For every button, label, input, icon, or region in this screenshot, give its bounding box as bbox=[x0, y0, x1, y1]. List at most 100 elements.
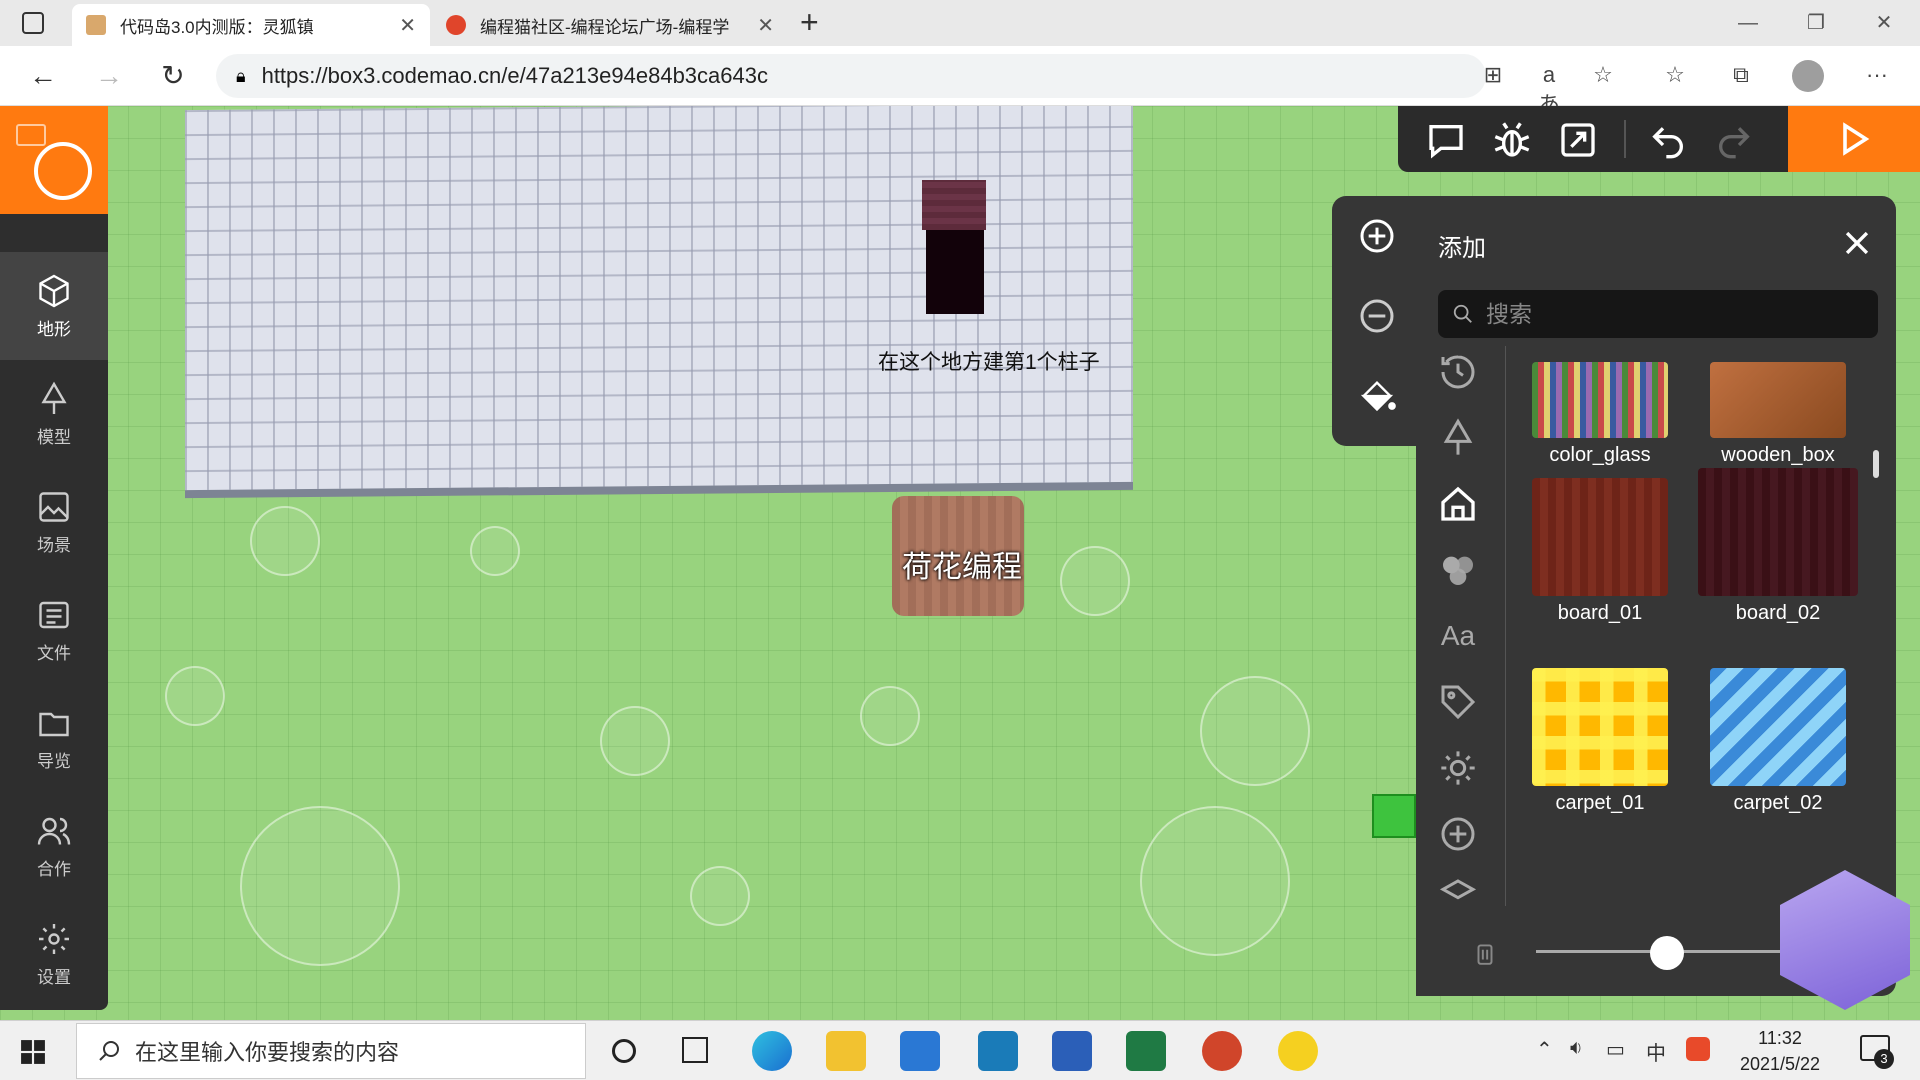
sogou-icon[interactable] bbox=[1686, 1037, 1710, 1061]
sidebar-item-collab[interactable]: 合作 bbox=[0, 792, 108, 900]
sidebar-item-scene[interactable]: 场景 bbox=[0, 468, 108, 576]
tab-title: 编程猫社区-编程论坛广场-编程学 bbox=[480, 17, 730, 37]
back-button[interactable]: ← bbox=[26, 59, 60, 93]
gear-icon bbox=[39, 923, 69, 954]
music-app-icon[interactable] bbox=[1278, 1031, 1318, 1071]
powerpoint-icon[interactable] bbox=[1202, 1031, 1242, 1071]
battery-icon[interactable]: ▭ bbox=[1606, 1037, 1625, 1062]
chevron-up-icon[interactable]: ⌃ bbox=[1536, 1037, 1553, 1062]
forward-button[interactable]: → bbox=[92, 59, 126, 93]
windows-taskbar: 在这里输入你要搜索的内容 ⌃ 🔉︎ ▭ 中 11:32 2021/5/22 3 bbox=[0, 1020, 1920, 1080]
refresh-button[interactable]: ↻ bbox=[156, 59, 190, 93]
text-aa-icon[interactable]: Aa bbox=[1438, 616, 1478, 656]
sidebar-item-file[interactable]: 文件 bbox=[0, 576, 108, 684]
shapes-icon[interactable] bbox=[1438, 550, 1478, 590]
block-thumbnail bbox=[1710, 668, 1846, 786]
dell-app-icon[interactable] bbox=[978, 1031, 1018, 1071]
redo-icon[interactable] bbox=[1714, 120, 1754, 160]
tag-icon[interactable] bbox=[1438, 682, 1478, 722]
tab-codemao-island[interactable]: 代码岛3.0内测版：灵狐镇 ✕ bbox=[72, 4, 430, 46]
house-icon[interactable] bbox=[1438, 484, 1478, 524]
minimize-button[interactable]: — bbox=[1728, 6, 1768, 40]
more-menu-icon[interactable]: ··· bbox=[1862, 60, 1892, 90]
chevron-down-icon: ▼ bbox=[46, 218, 60, 234]
history-icon[interactable] bbox=[1438, 352, 1478, 392]
codemao-logo[interactable]: ▼ bbox=[0, 106, 108, 223]
taskbar-search[interactable]: 在这里输入你要搜索的内容 bbox=[76, 1023, 586, 1079]
tab-codemao-community[interactable]: 编程猫社区-编程论坛广场-编程学 ✕ bbox=[432, 4, 788, 46]
bubble-decor bbox=[1140, 806, 1290, 956]
block-item-board-01[interactable]: board_01 bbox=[1516, 478, 1684, 625]
profile-avatar[interactable] bbox=[1792, 60, 1824, 92]
word-icon[interactable] bbox=[1052, 1031, 1092, 1071]
add-favorite-icon[interactable]: ☆ bbox=[1588, 60, 1618, 90]
task-view-icon[interactable] bbox=[682, 1037, 708, 1063]
app-available-icon[interactable]: ⊞ bbox=[1478, 60, 1508, 90]
sun-icon[interactable] bbox=[1438, 748, 1478, 788]
ime-indicator[interactable]: 中 bbox=[1646, 1037, 1666, 1066]
play-button[interactable] bbox=[1788, 106, 1920, 172]
search-icon bbox=[1453, 304, 1472, 323]
read-aloud-icon[interactable]: aあ bbox=[1534, 60, 1564, 117]
volume-icon[interactable]: 🔉︎ bbox=[1570, 1037, 1583, 1060]
clock-time: 11:32 bbox=[1758, 1028, 1802, 1048]
close-icon[interactable] bbox=[1840, 226, 1874, 260]
codemao-favicon-icon bbox=[446, 15, 466, 35]
close-window-button[interactable]: ✕ bbox=[1864, 6, 1904, 40]
block-thumbnail bbox=[1698, 468, 1858, 596]
search-input[interactable] bbox=[1484, 299, 1864, 329]
sidebar-item-label: 场景 bbox=[37, 535, 71, 555]
comment-icon[interactable] bbox=[1426, 120, 1466, 160]
block-item-board-02[interactable]: board_02 bbox=[1694, 468, 1862, 625]
mail-icon[interactable] bbox=[900, 1031, 940, 1071]
category-column: Aa bbox=[1416, 346, 1506, 906]
block-grid: color_glass wooden_box board_01 board_02… bbox=[1506, 346, 1886, 906]
close-tab-icon[interactable]: ✕ bbox=[399, 13, 416, 38]
sidebar-item-model[interactable]: 模型 bbox=[0, 360, 108, 468]
debug-bug-icon[interactable] bbox=[1492, 120, 1532, 160]
panel-title: 添加 bbox=[1438, 235, 1486, 262]
bubble-decor bbox=[1200, 676, 1310, 786]
cube-icon bbox=[39, 274, 69, 307]
new-tab-button[interactable]: + bbox=[800, 4, 819, 41]
paint-bucket-icon[interactable] bbox=[1357, 376, 1397, 416]
excel-icon[interactable] bbox=[1126, 1031, 1166, 1071]
size-slider-handle[interactable] bbox=[1650, 936, 1684, 970]
close-tab-icon[interactable]: ✕ bbox=[757, 13, 774, 38]
grid-scrollbar[interactable] bbox=[1873, 450, 1879, 478]
tab-actions-icon[interactable] bbox=[22, 12, 44, 34]
editor-toolbar bbox=[1398, 106, 1788, 172]
zoom-out-icon[interactable] bbox=[1357, 296, 1397, 336]
lock-icon: 🔒︎ bbox=[236, 65, 246, 86]
block-thumbnail bbox=[1532, 668, 1668, 786]
search-icon bbox=[99, 1041, 119, 1061]
sidebar-item-label: 地形 bbox=[37, 319, 71, 339]
block-item-carpet-01[interactable]: carpet_01 bbox=[1516, 668, 1684, 815]
cortana-icon[interactable] bbox=[612, 1039, 636, 1063]
add-circle-icon[interactable] bbox=[1438, 814, 1478, 854]
file-explorer-icon[interactable] bbox=[826, 1031, 866, 1071]
sidebar-item-settings[interactable]: 设置 bbox=[0, 900, 108, 1008]
block-item-color-glass[interactable]: color_glass bbox=[1516, 362, 1684, 467]
edge-browser-icon[interactable] bbox=[752, 1031, 792, 1071]
taskbar-clock[interactable]: 11:32 2021/5/22 bbox=[1730, 1025, 1830, 1077]
restore-button[interactable]: ❐ bbox=[1796, 6, 1836, 40]
tree-category-icon[interactable] bbox=[1438, 418, 1478, 458]
file-icon bbox=[39, 601, 69, 628]
url-field[interactable]: 🔒︎ https://box3.codemao.cn/e/47a213e94e8… bbox=[216, 54, 1486, 98]
zoom-in-icon[interactable] bbox=[1357, 216, 1397, 256]
block-item-wooden-box[interactable]: wooden_box bbox=[1694, 362, 1862, 467]
sidebar-item-terrain[interactable]: 地形 bbox=[0, 252, 108, 360]
fullscreen-icon[interactable] bbox=[1558, 120, 1598, 160]
favorites-icon[interactable]: ☆ bbox=[1660, 60, 1690, 90]
trash-icon[interactable] bbox=[1472, 938, 1498, 968]
sidebar-item-guide[interactable]: 导览 bbox=[0, 684, 108, 792]
fox-logo-icon bbox=[34, 142, 92, 200]
collections-icon[interactable]: ⧉ bbox=[1726, 60, 1756, 90]
player-name-label: 荷花编程 bbox=[902, 551, 1022, 584]
block-item-carpet-02[interactable]: carpet_02 bbox=[1694, 668, 1862, 815]
block-name: carpet_01 bbox=[1555, 792, 1645, 814]
bubble-decor bbox=[165, 666, 225, 726]
windows-start-icon[interactable] bbox=[20, 1039, 46, 1065]
undo-icon[interactable] bbox=[1648, 120, 1688, 160]
